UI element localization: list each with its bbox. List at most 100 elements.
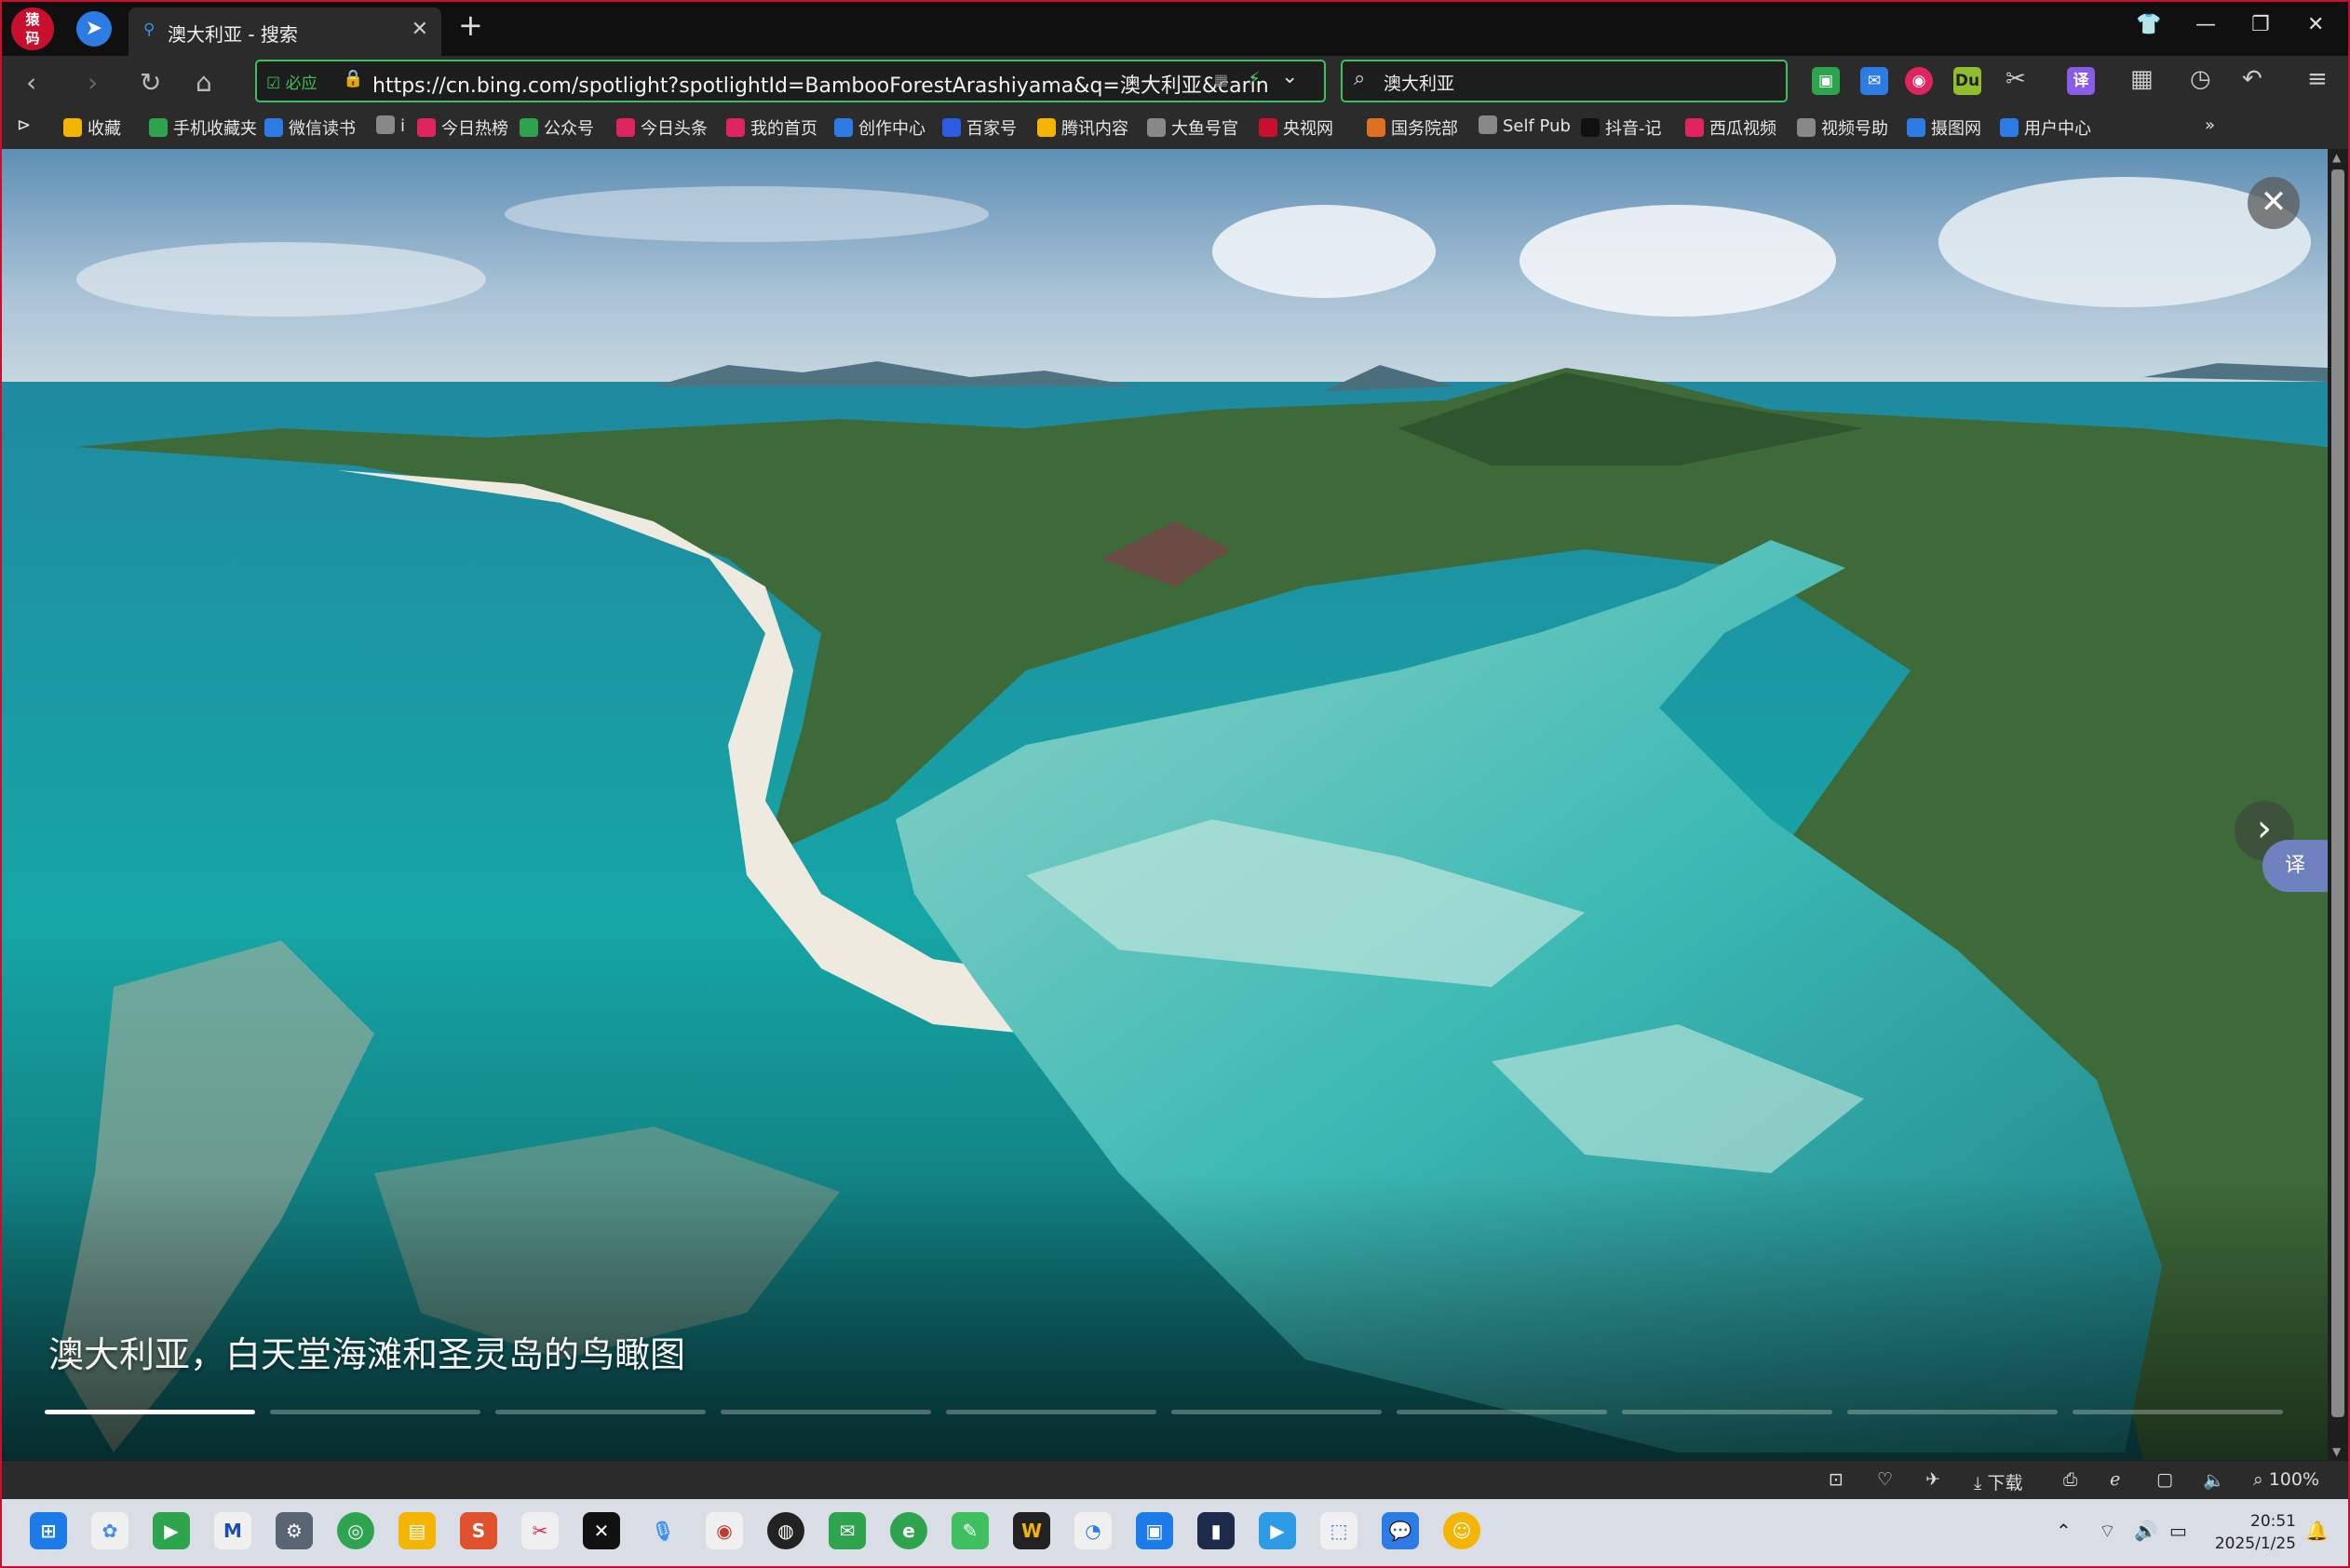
video-editor-icon[interactable]: ▣ xyxy=(1136,1512,1173,1549)
notes-app-icon[interactable]: ✎ xyxy=(952,1512,989,1549)
close-spotlight-button[interactable]: ✕ xyxy=(2248,177,2300,229)
scissors-icon[interactable]: ✂ xyxy=(2006,65,2026,93)
volume-tray-icon[interactable]: 🔊 xyxy=(2134,1520,2157,1542)
slide-indicator[interactable] xyxy=(1622,1410,1832,1414)
bookmark-item[interactable]: 收藏 xyxy=(63,115,121,140)
bookmark-item[interactable]: 今日热榜 xyxy=(417,115,508,140)
bookmark-item[interactable]: Self Pub xyxy=(1479,115,1571,136)
grid-icon[interactable]: ▦ xyxy=(2130,65,2154,93)
bookmark-item[interactable]: 摄图网 xyxy=(1907,115,1981,140)
chevron-down-icon[interactable]: ⌄ xyxy=(1281,65,1298,88)
url-text[interactable]: https://cn.bing.com/spotlight?spotlightI… xyxy=(372,69,1269,99)
window-icon[interactable]: ▢ xyxy=(2156,1469,2173,1490)
page-scrollbar[interactable]: ▲ ▼ xyxy=(2328,149,2348,1460)
notification-bell-icon[interactable]: 🔔 xyxy=(2305,1520,2329,1542)
slide-indicator[interactable] xyxy=(270,1410,480,1414)
wps-icon[interactable]: W xyxy=(1013,1512,1050,1549)
forward-button[interactable]: › xyxy=(88,67,98,98)
undo-icon[interactable]: ↶ xyxy=(2242,65,2262,93)
slide-indicator[interactable] xyxy=(1171,1410,1382,1414)
du-extension-icon[interactable]: Du xyxy=(1953,67,1981,95)
close-tab-icon[interactable]: ✕ xyxy=(412,18,428,41)
game-app-icon[interactable]: ◎ xyxy=(337,1512,374,1549)
bookmark-item[interactable]: 西瓜视频 xyxy=(1685,115,1776,140)
bookmark-item[interactable]: 我的首页 xyxy=(726,115,817,140)
restore-button[interactable]: ❐ xyxy=(2251,13,2270,36)
weibo-icon[interactable]: ◉ xyxy=(1905,67,1933,95)
sogou-icon[interactable]: S xyxy=(460,1512,497,1549)
tab-active[interactable]: ⚲ 澳大利亚 - 搜索 ✕ xyxy=(128,7,441,56)
new-tab-button[interactable]: + xyxy=(458,7,483,43)
settings-gear-icon[interactable]: ⚙ xyxy=(276,1512,313,1549)
heart-icon[interactable]: ♡ xyxy=(1877,1469,1893,1490)
bookmark-item[interactable]: 微信读书 xyxy=(264,115,356,140)
audio-app-icon[interactable]: ▮ xyxy=(1197,1512,1235,1549)
scroll-up-arrow[interactable]: ▲ xyxy=(2332,151,2341,164)
search-box[interactable]: ⌕ 澳大利亚 xyxy=(1341,60,1788,102)
send-icon[interactable]: ➤ xyxy=(76,11,112,47)
bookmark-item[interactable]: 央视网 xyxy=(1259,115,1333,140)
menu-icon[interactable]: ≡ xyxy=(2307,65,2328,93)
bookmark-item[interactable]: 创作中心 xyxy=(834,115,925,140)
qr-icon[interactable]: ▦ xyxy=(1214,71,1228,88)
chat-app-icon[interactable]: 💬 xyxy=(1382,1512,1419,1549)
file-explorer-icon[interactable]: ▤ xyxy=(398,1512,436,1549)
slide-indicator[interactable] xyxy=(1397,1410,1607,1414)
bookmark-item[interactable]: 用户中心 xyxy=(2000,115,2091,140)
close-window-button[interactable]: ✕ xyxy=(2307,13,2324,36)
bookmark-item[interactable]: 国务院部 xyxy=(1367,115,1458,140)
print-icon[interactable]: ⎙ xyxy=(2063,1469,2077,1490)
media-app-icon[interactable]: ▶ xyxy=(1259,1512,1296,1549)
bookmark-item[interactable]: 公众号 xyxy=(520,115,594,140)
bookmark-item[interactable]: 抖音-记 xyxy=(1581,115,1662,140)
rocket-icon[interactable]: ✈ xyxy=(1925,1469,1940,1490)
more-bookmarks-button[interactable]: » xyxy=(2205,115,2215,135)
address-bar[interactable]: ☑ 必应 🔒 https://cn.bing.com/spotlight?spo… xyxy=(255,60,1326,102)
capcut-icon[interactable]: ✕ xyxy=(583,1512,620,1549)
edge-icon[interactable]: e xyxy=(890,1512,927,1549)
home-button[interactable]: ⌂ xyxy=(196,67,212,98)
history-icon[interactable]: ◷ xyxy=(2190,65,2211,93)
translate-float-button[interactable]: 译 xyxy=(2262,840,2328,892)
start-menu-icon[interactable]: ⊞ xyxy=(30,1512,67,1549)
bolt-icon[interactable]: ⚡ xyxy=(1248,67,1261,89)
search-input[interactable]: 澳大利亚 xyxy=(1384,70,1454,95)
slide-indicator[interactable] xyxy=(2073,1410,2283,1414)
emoji-app-icon[interactable]: ☺ xyxy=(1443,1512,1480,1549)
shirt-icon[interactable]: 👕 xyxy=(2136,13,2161,36)
reader-extension-icon[interactable]: ▣ xyxy=(1812,67,1840,95)
image-icon[interactable]: ⊡ xyxy=(1829,1469,1844,1490)
bookmark-item[interactable]: 腾讯内容 xyxy=(1037,115,1128,140)
bookmark-item[interactable]: 今日头条 xyxy=(616,115,708,140)
slide-indicator[interactable] xyxy=(946,1410,1156,1414)
bookmark-item[interactable]: 手机收藏夹 xyxy=(149,115,257,140)
battery-icon[interactable]: ▭ xyxy=(2169,1520,2187,1542)
browser-app-icon[interactable]: ◉ xyxy=(706,1512,743,1549)
slide-indicator[interactable] xyxy=(45,1410,255,1414)
mail-app-icon[interactable]: M xyxy=(214,1512,251,1549)
minimize-button[interactable]: — xyxy=(2195,13,2216,36)
slide-indicator[interactable] xyxy=(1847,1410,2058,1414)
chevron-up-icon[interactable]: ⌃ xyxy=(2056,1520,2072,1542)
wechat-icon[interactable]: ✉ xyxy=(829,1512,866,1549)
mail-icon[interactable]: ✉ xyxy=(1860,67,1888,95)
zoom-control[interactable]: ⌕ 100% xyxy=(2253,1469,2319,1490)
scroll-down-arrow[interactable]: ▼ xyxy=(2332,1445,2341,1458)
snipping-tool-icon[interactable]: ✂ xyxy=(521,1512,559,1549)
copilot-icon[interactable]: ✿ xyxy=(91,1512,128,1549)
play-store-icon[interactable]: ▶ xyxy=(153,1512,190,1549)
system-clock[interactable]: 20:51 2025/1/25 xyxy=(2203,1510,2296,1555)
sidebar-toggle-icon[interactable]: ⊳ xyxy=(17,115,31,135)
slide-indicator[interactable] xyxy=(721,1410,931,1414)
wifi-icon[interactable]: ⌔ xyxy=(2099,1520,2116,1543)
obs-icon[interactable]: ◍ xyxy=(767,1512,804,1549)
volume-icon[interactable]: 🔈 xyxy=(2203,1469,2225,1491)
slide-indicator[interactable] xyxy=(495,1410,706,1414)
translate-extension-icon[interactable]: 译 xyxy=(2067,67,2095,95)
bookmark-item[interactable]: i xyxy=(376,115,405,136)
bookmark-item[interactable]: 视频号助 xyxy=(1797,115,1888,140)
scrollbar-thumb[interactable] xyxy=(2331,169,2344,1417)
bookmark-item[interactable]: 大鱼号官 xyxy=(1147,115,1238,140)
download-button[interactable]: ⤓ 下载 xyxy=(1974,1469,2022,1494)
reload-button[interactable]: ↻ xyxy=(140,67,161,98)
